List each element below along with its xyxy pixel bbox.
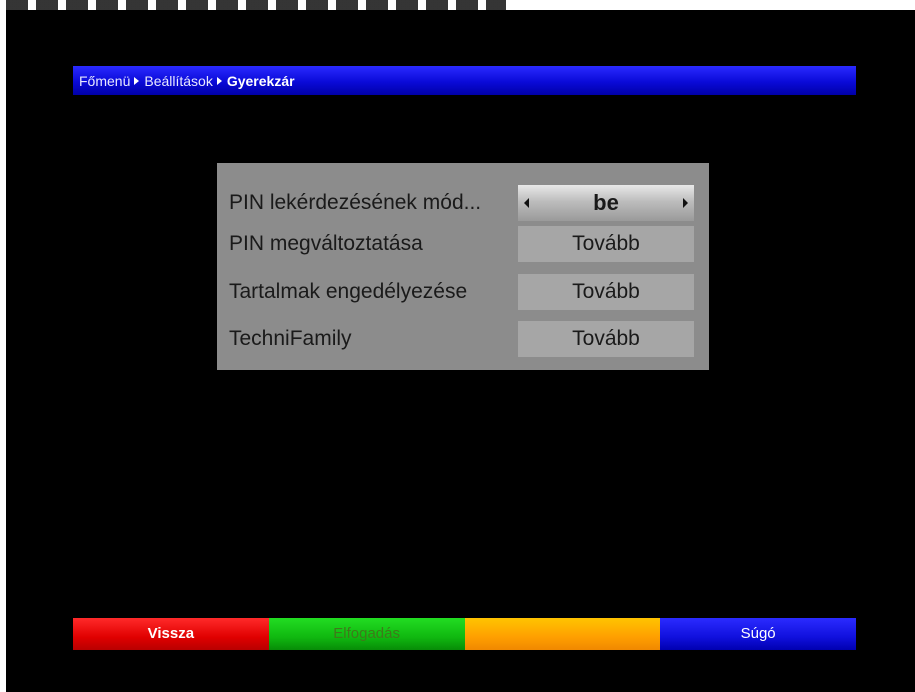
menu-row-label: TechniFamily: [229, 327, 352, 350]
content-permissions-button[interactable]: Tovább: [518, 274, 694, 310]
pin-query-mode-selector[interactable]: be: [518, 185, 694, 221]
breadcrumb-item-parental-lock: Gyerekzár: [226, 72, 295, 89]
menu-row-label: Tartalmak engedélyezése: [229, 280, 468, 303]
menu-row-content-permissions[interactable]: Tartalmak engedélyezése Tovább: [217, 272, 709, 312]
change-pin-button[interactable]: Tovább: [518, 226, 694, 262]
arrow-left-icon[interactable]: [524, 198, 529, 208]
arrow-right-icon[interactable]: [683, 198, 688, 208]
breadcrumb-item-settings[interactable]: Beállítások: [144, 73, 212, 89]
red-key-back[interactable]: Vissza: [73, 618, 269, 650]
tv-screenshot: Főmenü Beállítások Gyerekzár PIN lekérde…: [0, 0, 915, 692]
menu-row-pin-query-mode[interactable]: PIN lekérdezésének mód... be: [217, 183, 709, 223]
green-key-accept[interactable]: Elfogadás: [268, 618, 465, 650]
parental-lock-menu: PIN lekérdezésének mód... be PIN megvált…: [217, 163, 709, 370]
pin-query-mode-value: be: [593, 190, 619, 215]
top-edge-artifact: [6, 0, 506, 10]
chevron-right-icon: [134, 76, 140, 85]
blue-key-help[interactable]: Súgó: [660, 618, 856, 650]
chevron-right-icon: [216, 76, 222, 85]
color-key-bar: Vissza Elfogadás Súgó: [73, 618, 856, 650]
breadcrumb: Főmenü Beállítások Gyerekzár: [73, 66, 856, 95]
menu-row-label: PIN lekérdezésének mód...: [229, 191, 482, 214]
yellow-key[interactable]: [464, 618, 661, 650]
menu-row-change-pin[interactable]: PIN megváltoztatása Tovább: [217, 224, 709, 264]
breadcrumb-item-main-menu[interactable]: Főmenü: [79, 73, 130, 89]
technifamily-button[interactable]: Tovább: [518, 321, 694, 357]
menu-row-label: PIN megváltoztatása: [229, 232, 423, 255]
menu-row-technifamily[interactable]: TechniFamily Tovább: [217, 319, 709, 359]
